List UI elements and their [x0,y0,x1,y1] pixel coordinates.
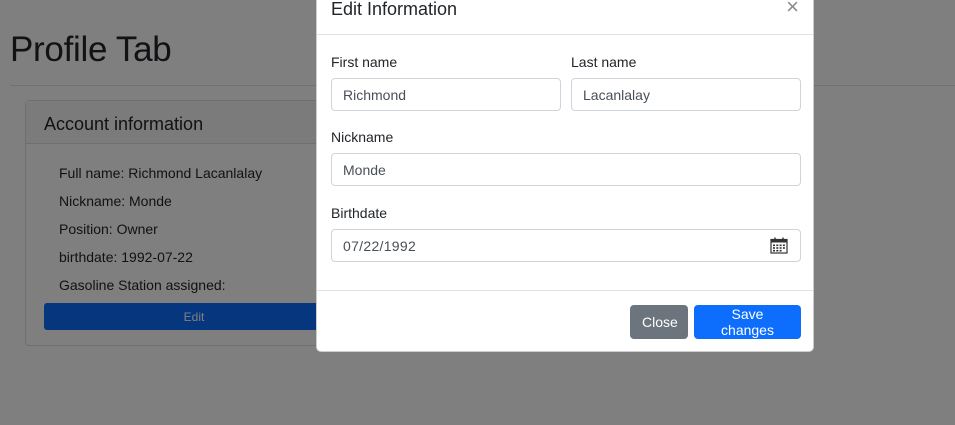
last-name-input[interactable] [571,78,801,111]
calendar-icon[interactable] [770,237,788,254]
save-changes-button[interactable]: Save changes [694,305,801,339]
nickname-label: Nickname [331,129,394,145]
close-button[interactable]: Close [630,305,688,339]
birthdate-value: 07/22/1992 [343,238,417,254]
first-name-input[interactable] [331,78,561,111]
edit-information-modal: Edit Information × First name Last name … [316,0,814,352]
birthdate-input[interactable]: 07/22/1992 [331,229,801,262]
close-icon[interactable]: × [786,0,799,18]
birthdate-label: Birthdate [331,205,388,221]
last-name-label: Last name [571,54,637,70]
modal-header: Edit Information × [317,0,813,35]
modal-footer-divider [317,290,813,291]
nickname-input[interactable] [331,153,801,186]
first-name-label: First name [331,54,398,70]
modal-title: Edit Information [331,0,458,19]
